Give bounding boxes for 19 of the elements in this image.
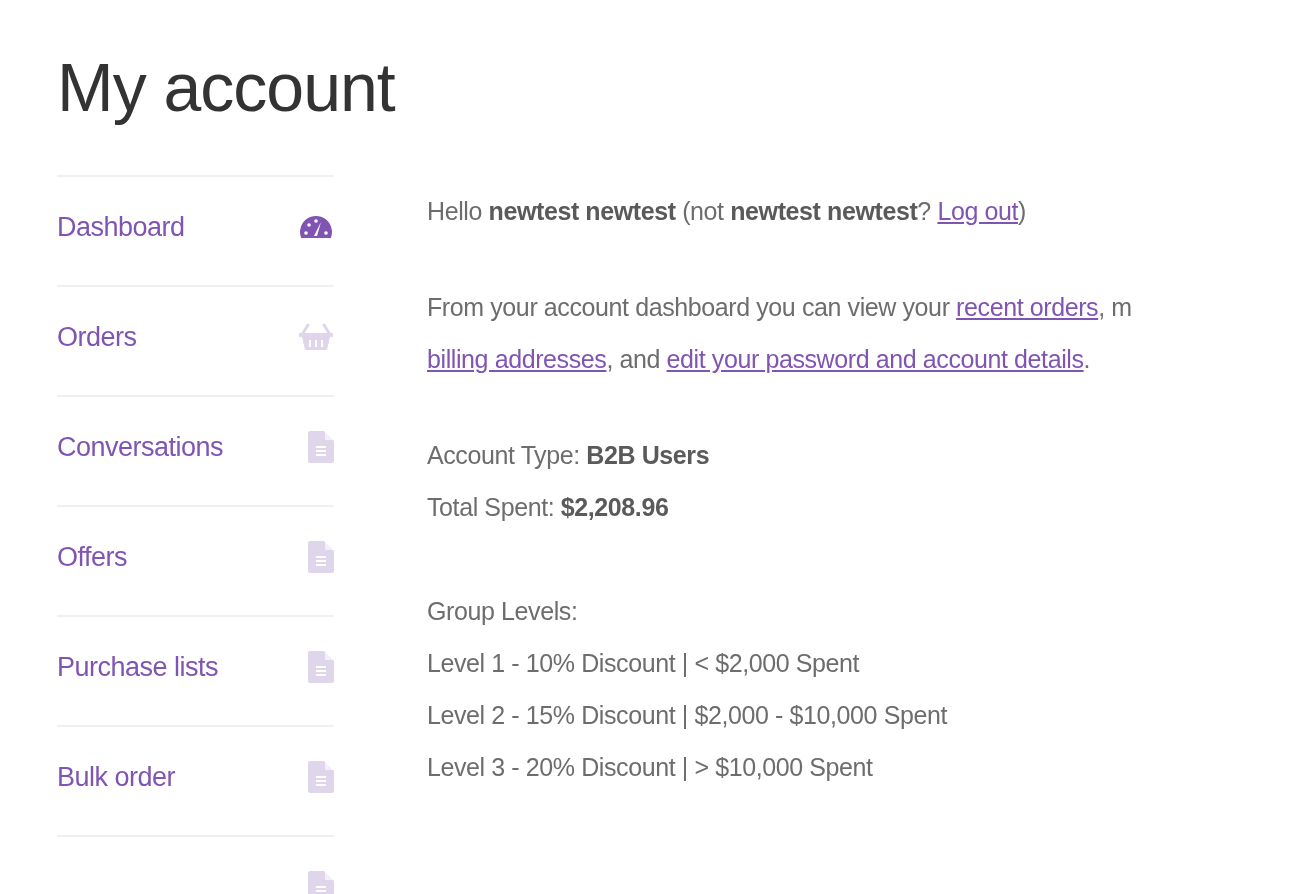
greeting-text: Hello newtest newtest (not newtest newtest? Log out) bbox=[427, 195, 1027, 227]
level-text: Level 3 - 20% Discount | > $10,000 Spent bbox=[427, 751, 874, 783]
page-title: My account bbox=[57, 50, 396, 125]
nav-link[interactable]: Offers bbox=[57, 536, 128, 578]
intro-text: From your account dashboard you can view your recent orders, m bbox=[427, 291, 1132, 323]
account-info-text: Account Type: B2B Users bbox=[427, 439, 711, 471]
level-text: Level 2 - 15% Discount | $2,000 - $10,000 Spent bbox=[427, 699, 949, 731]
account-info-text: Total Spent: $2,208.96 bbox=[427, 491, 670, 523]
nav-link[interactable]: Conversations bbox=[57, 426, 224, 468]
text-link[interactable]: edit your password and account details bbox=[666, 344, 1084, 373]
nav-link[interactable]: Purchase lists bbox=[57, 646, 219, 688]
nav-link[interactable]: Bulk order bbox=[57, 756, 176, 798]
levels-heading: Group Levels: bbox=[427, 595, 579, 627]
nav-link[interactable]: Dashboard bbox=[57, 206, 185, 248]
text-link[interactable]: Log out bbox=[937, 196, 1018, 225]
level-text: Level 1 - 10% Discount | < $2,000 Spent bbox=[427, 647, 861, 679]
intro-text: billing addresses, and edit your password and account details. bbox=[427, 343, 1092, 375]
text-link[interactable]: recent orders bbox=[956, 292, 1099, 321]
nav-link[interactable]: Orders bbox=[57, 316, 137, 358]
